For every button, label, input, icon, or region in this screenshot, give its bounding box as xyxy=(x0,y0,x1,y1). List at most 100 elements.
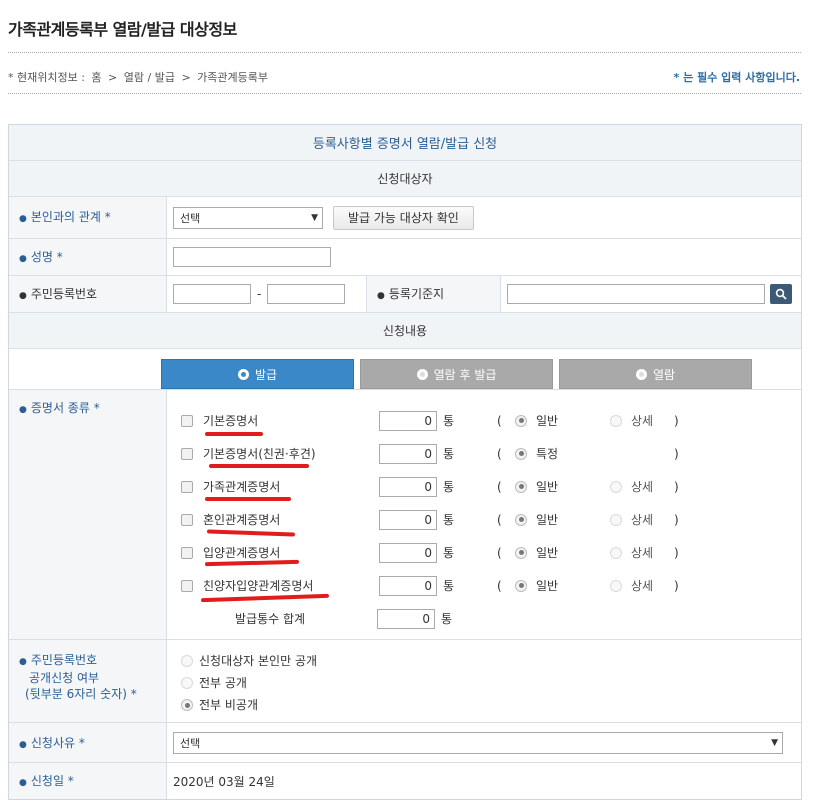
total-unit: 통 xyxy=(441,612,453,626)
check-eligible-button[interactable]: 발급 가능 대상자 확인 xyxy=(333,205,474,230)
rrn-disclosure-label: ● 주민등록번호 공개신청 여부 (뒷부분 6자리 숫자) * xyxy=(9,640,167,722)
cert-row-basic: 기본증명서 0 통 ( 일반 상세 ) xyxy=(181,404,679,437)
option-detail[interactable]: 상세 xyxy=(610,544,674,561)
option-label: 상세 xyxy=(631,579,654,593)
reason-select[interactable]: 선택 ▼ xyxy=(173,731,783,754)
option-general[interactable]: 일반 xyxy=(515,544,610,561)
cert-count-input[interactable]: 0 xyxy=(379,509,437,530)
relation-select[interactable]: 선택 ▼ xyxy=(173,206,323,229)
cert-count-input[interactable]: 0 xyxy=(379,575,437,596)
dropdown-arrow-icon: ▼ xyxy=(771,737,778,748)
option-label: 특정 xyxy=(536,447,559,461)
radio-icon xyxy=(610,513,622,526)
option-detail[interactable]: 상세 xyxy=(610,412,674,429)
divider xyxy=(8,93,801,94)
breadcrumb-view-issue[interactable]: 열람 / 발급 xyxy=(124,71,175,84)
option-all-public[interactable]: 전부 공개 xyxy=(181,672,317,694)
rrn-value: - xyxy=(167,276,367,312)
rrn-back-input[interactable] xyxy=(267,284,346,304)
date-value: 2020년 03월 24일 xyxy=(167,763,801,799)
cert-name: 입양관계증명서 xyxy=(203,546,281,560)
tab-issue[interactable]: 발급 xyxy=(161,359,354,389)
cert-checkbox[interactable] xyxy=(181,579,193,592)
section-target-header: 신청대상자 xyxy=(9,161,801,197)
radio-selected-icon xyxy=(181,699,193,711)
reg-base-value xyxy=(501,276,801,312)
label-line: 주민등록번호 xyxy=(30,653,98,667)
tab-view-label: 열람 xyxy=(652,367,676,382)
paren-close: ) xyxy=(674,545,679,560)
rrn-disclosure-options: 신청대상자 본인만 공개 전부 공개 전부 비공개 xyxy=(167,640,331,722)
required-note: * 는 필수 입력 사항입니다. xyxy=(673,71,800,84)
red-underline-annotation xyxy=(200,593,330,603)
radio-icon xyxy=(610,579,622,592)
option-label: 상세 xyxy=(631,513,654,527)
option-label: 일반 xyxy=(536,546,559,560)
cert-name: 기본증명서 xyxy=(203,414,259,428)
cert-unit: 통 xyxy=(443,513,455,527)
option-general[interactable]: 일반 xyxy=(515,478,610,495)
name-input[interactable] xyxy=(173,247,331,267)
cert-checkbox[interactable] xyxy=(181,480,193,493)
option-general[interactable]: 일반 xyxy=(515,577,610,594)
cert-unit: 통 xyxy=(443,447,455,461)
option-self-only[interactable]: 신청대상자 본인만 공개 xyxy=(181,650,317,672)
cert-count-input[interactable]: 0 xyxy=(379,542,437,563)
cert-checkbox[interactable] xyxy=(181,546,193,559)
label-line: (뒷부분 6자리 숫자) * xyxy=(25,687,137,701)
form-header: 등록사항별 증명서 열람/발급 신청 xyxy=(9,125,801,161)
rrn-disclosure-row: ● 주민등록번호 공개신청 여부 (뒷부분 6자리 숫자) * 신청대상자 본인만… xyxy=(9,640,801,723)
cert-row-adoption: 입양관계증명서 0 통 ( 일반 상세 ) xyxy=(181,536,679,569)
option-detail[interactable]: 상세 xyxy=(610,577,674,594)
option-detail[interactable]: 상세 xyxy=(610,478,674,495)
cert-checkbox[interactable] xyxy=(181,414,193,427)
rrn-front-input[interactable] xyxy=(173,284,251,304)
cert-checkbox[interactable] xyxy=(181,447,193,460)
radio-selected-icon xyxy=(237,368,249,380)
option-all-private[interactable]: 전부 비공개 xyxy=(181,694,317,716)
paren-close: ) xyxy=(674,578,679,593)
reg-base-input[interactable] xyxy=(507,284,765,304)
cert-unit: 통 xyxy=(443,414,455,428)
breadcrumb-home[interactable]: 홈 xyxy=(91,71,101,84)
radio-selected-icon xyxy=(515,546,527,559)
date-value-text: 2020년 03월 24일 xyxy=(173,774,275,789)
cert-checkbox[interactable] xyxy=(181,513,193,526)
tab-view[interactable]: 열람 xyxy=(559,359,752,389)
cert-total-row: 발급통수 합계 0 통 xyxy=(181,602,679,635)
option-detail[interactable]: 상세 xyxy=(610,511,674,528)
rrn-label-text: 주민등록번호 xyxy=(30,287,98,301)
radio-icon xyxy=(610,414,622,427)
reason-label: ● 신청사유 * xyxy=(9,723,167,762)
cert-count-input[interactable]: 0 xyxy=(379,410,437,431)
radio-selected-icon xyxy=(515,579,527,592)
option-general[interactable]: 일반 xyxy=(515,511,610,528)
reg-base-label-text: 등록기준지 xyxy=(388,287,445,301)
cert-name: 가족관계증명서 xyxy=(203,480,281,494)
paren-open: ( xyxy=(497,479,502,494)
cert-row-family: 가족관계증명서 0 통 ( 일반 상세 ) xyxy=(181,470,679,503)
section-content-header: 신청내용 xyxy=(9,313,801,349)
page-title: 가족관계등록부 열람/발급 대상정보 xyxy=(8,20,237,39)
cert-count-input[interactable]: 0 xyxy=(379,443,437,464)
radio-selected-icon xyxy=(515,447,527,460)
dropdown-arrow-icon: ▼ xyxy=(311,212,318,223)
radio-icon xyxy=(181,655,193,667)
breadcrumb-separator: > xyxy=(108,71,118,84)
breadcrumb-current: 가족관계등록부 xyxy=(197,71,269,84)
tab-view-then-issue[interactable]: 열람 후 발급 xyxy=(360,359,553,389)
name-row: ● 성명 * xyxy=(9,239,801,276)
cert-row-full-adoption: 친양자입양관계증명서 0 통 ( 일반 상세 ) xyxy=(181,569,679,603)
option-label: 전부 비공개 xyxy=(199,698,259,712)
reason-label-text: 신청사유 * xyxy=(30,736,85,750)
search-icon xyxy=(775,288,787,300)
cert-type-row: ● 증명서 종류 * 기본증명서 0 통 ( 일반 상세 ) 기본증명서(친권·후… xyxy=(9,390,801,640)
option-general[interactable]: 일반 xyxy=(515,412,610,429)
paren-close: ) xyxy=(674,413,679,428)
bullet-icon: ● xyxy=(19,254,27,264)
cert-count-input[interactable]: 0 xyxy=(379,476,437,497)
search-button[interactable] xyxy=(770,284,792,304)
cert-row-basic-guardian: 기본증명서(친권·후견) 0 통 ( 특정 ) xyxy=(181,437,679,470)
label-line: 공개신청 여부 xyxy=(29,671,100,685)
option-specific[interactable]: 특정 xyxy=(515,445,610,462)
